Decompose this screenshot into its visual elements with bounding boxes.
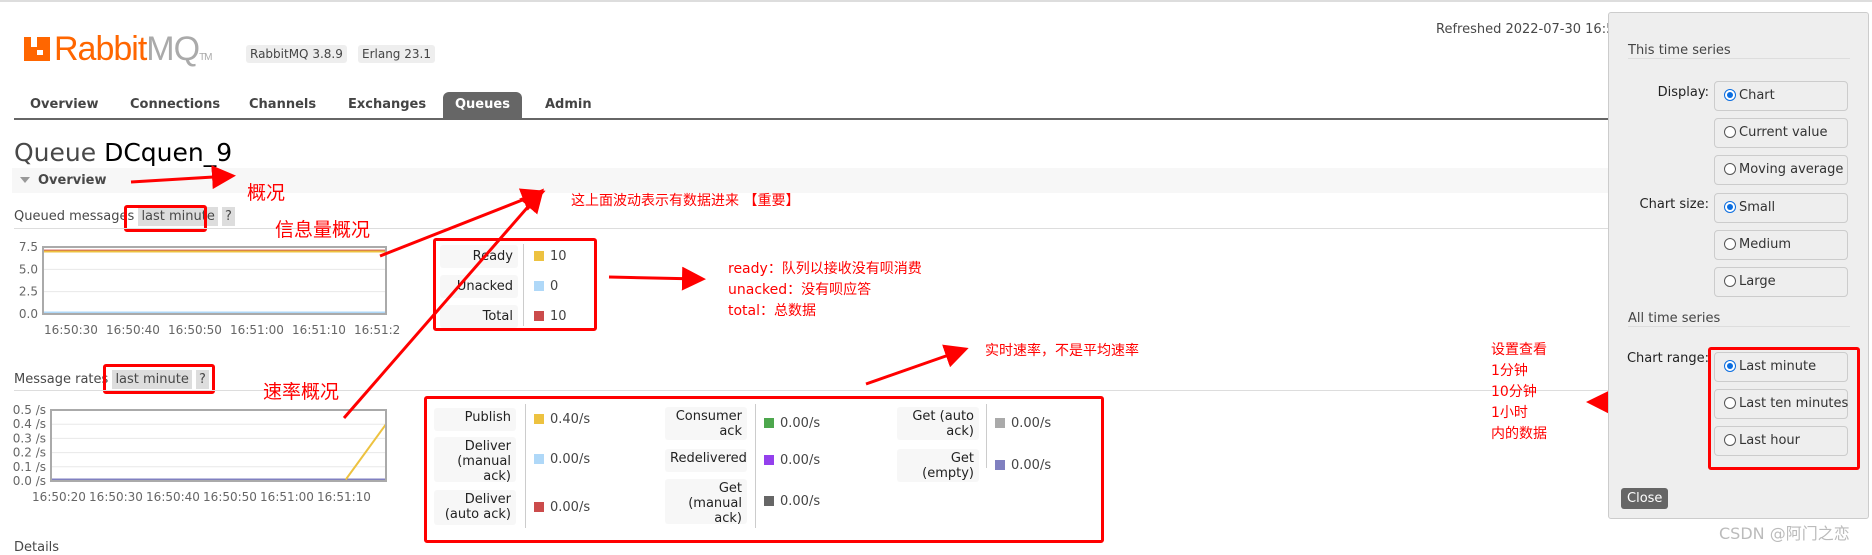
annotation-wave: 这上面波动表示有数据进来 【重要】 [571, 193, 800, 209]
chart-range-label: Chart range: [1626, 351, 1709, 366]
annotation-box [1708, 347, 1860, 470]
this-time-series-heading: This time series [1628, 43, 1850, 59]
size-option-medium[interactable]: Medium [1714, 230, 1848, 260]
radio-icon [1724, 275, 1736, 287]
annotation-rates: 速率概况 [263, 381, 340, 403]
annotation-range-notes: 设置查看 1分钟 10分钟 1小时 内的数据 [1491, 342, 1547, 442]
all-time-series-heading: All time series [1628, 311, 1850, 327]
chart-settings-popup: This time series Display: Chart Current … [1608, 12, 1869, 519]
annotation-arrows [130, 165, 1708, 419]
annotation-queued: 信息量概况 [275, 219, 371, 241]
chart-size-label: Chart size: [1639, 197, 1709, 212]
arrow-icon [342, 188, 544, 419]
size-option-small[interactable]: Small [1714, 193, 1848, 223]
annotation-legend-notes: ready：队列以接收没有呗消费 unacked：没有呗应答 total：总数据 [728, 261, 922, 319]
size-option-large[interactable]: Large [1714, 267, 1848, 297]
display-option-moving-average[interactable]: Moving average [1714, 155, 1848, 185]
display-option-current-value[interactable]: Current value [1714, 118, 1848, 148]
arrow-icon [379, 188, 546, 258]
radio-checked-icon [1724, 89, 1736, 101]
arrow-icon [608, 266, 706, 291]
watermark: CSDN @阿门之恋 [1719, 524, 1850, 543]
radio-icon [1724, 126, 1736, 138]
radio-icon [1724, 238, 1736, 250]
annotation-overview: 概况 [247, 182, 286, 204]
close-button[interactable]: Close [1621, 488, 1669, 509]
arrow-icon [865, 344, 969, 386]
display-label: Display: [1657, 85, 1709, 100]
annotation-realtime: 实时速率，不是平均速率 [985, 343, 1139, 359]
radio-icon [1724, 163, 1736, 175]
radio-checked-icon [1724, 201, 1736, 213]
arrow-icon [130, 165, 236, 190]
display-option-chart[interactable]: Chart [1714, 81, 1848, 111]
